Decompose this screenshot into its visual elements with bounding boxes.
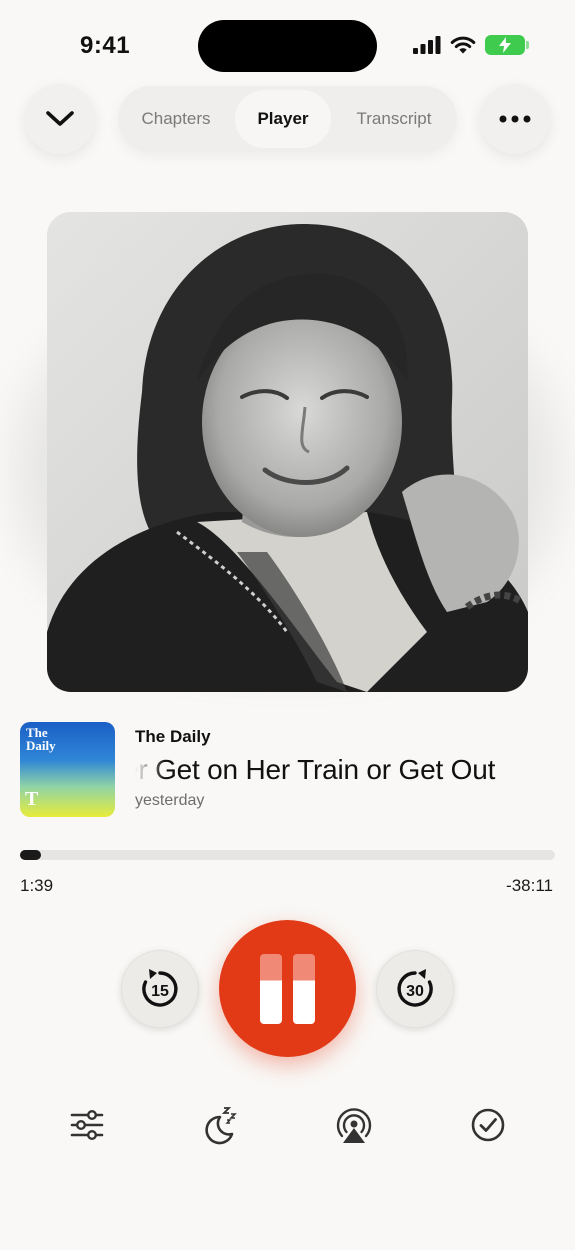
skip-back-button[interactable]: 15 (121, 950, 199, 1028)
marquee-fade-left (135, 750, 165, 792)
progress-scrubber[interactable] (20, 850, 555, 860)
episode-date: yesterday (135, 792, 205, 809)
pause-bar-left (260, 954, 282, 1024)
skip-forward-button[interactable]: 30 (376, 950, 454, 1028)
airplay-button[interactable] (332, 1103, 376, 1147)
podcast-cover[interactable]: The Daily T (20, 722, 115, 817)
marquee-fade-right (525, 750, 555, 792)
battery-icon (485, 35, 529, 55)
cellular-signal-icon (413, 36, 441, 54)
tab-transcript[interactable]: Transcript (334, 86, 454, 152)
skip-back-label: 15 (151, 983, 169, 1000)
skip-forward-30-icon: 30 (397, 969, 433, 1007)
more-options-button[interactable] (480, 84, 550, 154)
show-name[interactable]: The Daily (135, 727, 211, 747)
episode-title-marquee: er Get on Her Train or Get Out (135, 750, 555, 792)
ellipsis-icon (499, 115, 531, 123)
episode-artwork (47, 212, 528, 692)
chevron-down-icon (46, 111, 74, 126)
pause-button[interactable] (219, 920, 356, 1057)
wifi-icon (450, 36, 476, 53)
tab-player[interactable]: Player (235, 90, 331, 148)
remaining-time: -38:11 (506, 876, 553, 895)
charging-bolt-icon (499, 37, 511, 53)
skip-forward-label: 30 (406, 983, 424, 1000)
equalizer-icon (70, 1110, 104, 1140)
airplay-icon (336, 1108, 372, 1143)
nyt-logo: T (25, 788, 39, 810)
progress-fill (20, 850, 42, 860)
view-switcher: Chapters Player Transcript (118, 86, 457, 152)
tab-chapters[interactable]: Chapters (118, 86, 234, 152)
cover-title-line2: Daily (26, 738, 56, 753)
cover-title: The Daily (26, 726, 56, 752)
sleep-timer-icon (205, 1107, 237, 1145)
sleep-timer-button[interactable] (198, 1103, 242, 1147)
dynamic-island (198, 20, 377, 72)
mark-played-icon (471, 1108, 505, 1142)
status-icons (413, 35, 529, 55)
status-time: 9:41 (80, 32, 131, 59)
mark-played-button[interactable] (466, 1103, 510, 1147)
pause-bar-right (293, 954, 315, 1024)
collapse-button[interactable] (25, 84, 95, 154)
equalizer-button[interactable] (65, 1103, 109, 1147)
portrait-photo (47, 212, 528, 692)
skip-back-15-icon: 15 (142, 969, 178, 1007)
episode-title: er Get on Her Train or Get Out (135, 754, 496, 785)
elapsed-time: 1:39 (20, 876, 54, 895)
